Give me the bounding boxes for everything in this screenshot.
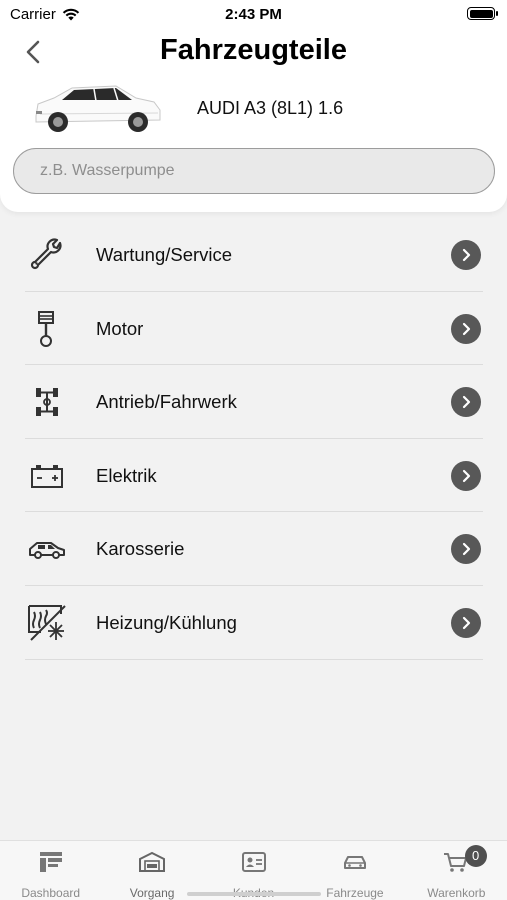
- category-label: Elektrik: [96, 464, 157, 486]
- category-item-elektrik[interactable]: Elektrik: [25, 439, 483, 513]
- tab-label: Dashboard: [21, 886, 81, 900]
- status-time: 2:43 PM: [225, 6, 282, 23]
- chevron-right-icon[interactable]: [451, 387, 481, 418]
- category-item-motor[interactable]: Motor: [25, 292, 483, 366]
- category-list: Wartung/Service Motor Antrieb/Fahrwerk E…: [25, 218, 483, 660]
- chevron-right-icon[interactable]: [451, 460, 481, 491]
- category-item-heizung-kuehlung[interactable]: Heizung/Kühlung: [25, 586, 483, 660]
- car-body-icon: [25, 530, 69, 568]
- category-item-karosserie[interactable]: Karosserie: [25, 512, 483, 586]
- category-label: Wartung/Service: [96, 244, 233, 265]
- chevron-right-icon[interactable]: [451, 607, 481, 638]
- car-icon: [343, 856, 366, 869]
- vehicle-name: AUDI A3 (8L1) 1.6: [197, 98, 344, 118]
- category-label: Heizung/Kühlung: [96, 611, 237, 633]
- category-label: Motor: [96, 317, 144, 339]
- vehicle-image: [35, 85, 161, 132]
- tab-dashboard[interactable]: Dashboard: [0, 841, 101, 900]
- piston-icon: [25, 310, 69, 348]
- dashboard-icon: [39, 852, 62, 872]
- category-item-antrieb-fahrwerk[interactable]: Antrieb/Fahrwerk: [25, 365, 483, 439]
- chevron-right-icon[interactable]: [451, 313, 481, 344]
- chevron-right-icon[interactable]: [451, 534, 481, 565]
- page-title: Fahrzeugteile: [160, 34, 347, 66]
- cart-badge: 0: [464, 845, 487, 867]
- heating-cooling-icon: [25, 604, 69, 642]
- home-indicator: [187, 892, 321, 896]
- contact-card-icon: [241, 852, 266, 872]
- category-label: Karosserie: [96, 538, 185, 560]
- battery-icon: [467, 7, 498, 20]
- status-bar: Carrier 2:43 PM: [0, 0, 507, 28]
- garage-icon: [139, 851, 166, 872]
- category-label: Antrieb/Fahrwerk: [96, 391, 237, 413]
- tab-bar: Dashboard Vorgang Kunden Fahrzeuge: [0, 840, 507, 900]
- tab-label: Warenkorb: [427, 886, 486, 900]
- drivetrain-icon: [25, 383, 69, 421]
- search-input[interactable]: [13, 148, 495, 194]
- chevron-right-icon[interactable]: [451, 240, 481, 270]
- tab-warenkorb[interactable]: 0 Warenkorb: [406, 841, 507, 900]
- battery-icon: [25, 457, 69, 495]
- wrench-icon: [25, 236, 69, 274]
- category-item-wartung-service[interactable]: Wartung/Service: [25, 218, 483, 292]
